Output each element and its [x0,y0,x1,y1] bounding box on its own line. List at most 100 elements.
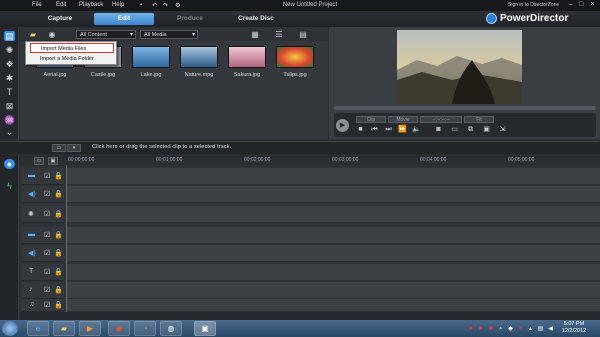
lock-icon[interactable]: 🔒 [54,190,63,198]
redo-icon[interactable]: ↷ [163,2,168,9]
title-room-icon[interactable]: T [4,87,15,97]
3d-mode-icon[interactable]: ▣ [482,126,491,134]
audio-wave-icon[interactable]: ϟ [4,181,15,191]
timeline-scrollbar[interactable] [20,312,600,320]
grid-view-icon[interactable]: ▦ [250,30,260,39]
track-header-voice[interactable]: ♪ ☑ 🔒 [22,282,64,299]
clip-mode-button[interactable]: Clip [356,116,386,123]
track-audio-2[interactable] [66,245,600,262]
media-room-icon[interactable]: ▤ [4,31,15,41]
details-view-icon[interactable]: ▤ [298,30,308,39]
tray-icon[interactable]: ◆ [507,326,514,333]
import-folder-icon[interactable]: ▰ [28,30,38,39]
tray-icon[interactable]: ■ [467,326,474,333]
powerdirector-task-icon[interactable]: ▣ [194,321,216,336]
track-enable-checkbox[interactable]: ☑ [44,210,50,218]
track-enable-checkbox[interactable]: ☑ [44,172,50,180]
timeline-view-icon[interactable]: ▭ [52,144,66,152]
track-enable-checkbox[interactable]: ☑ [44,301,50,309]
save-icon[interactable]: ▪ [140,2,142,8]
tab-create-disc[interactable]: Create Disc [226,13,286,25]
start-button[interactable] [2,321,18,336]
timeline-mode-icon[interactable]: ● [4,159,15,169]
import-media-folder-item[interactable]: Import a Media Folder [30,54,114,64]
dual-view-icon[interactable]: ⧉ [466,126,475,134]
audio-mixing-room-icon[interactable]: ♒ [4,115,15,125]
lock-icon[interactable]: 🔒 [54,249,63,257]
track-effect[interactable] [66,206,600,223]
track-header-audio-2[interactable]: ◀) ☑ 🔒 [22,245,64,262]
effect-room-icon[interactable]: ✺ [4,45,15,55]
track-enable-checkbox[interactable]: ☑ [44,268,50,276]
previous-frame-icon[interactable]: ⏮ [370,126,379,134]
track-video-2[interactable] [66,227,600,244]
volume-icon[interactable]: 🔈 [412,126,421,134]
list-view-icon[interactable]: ☰ [274,30,284,39]
menu-edit[interactable]: Edit [56,2,66,8]
storyboard-view-icon[interactable]: ▾ [67,144,81,152]
app-icon[interactable]: ◍ [160,321,182,336]
lock-icon[interactable]: 🔒 [54,210,63,218]
tab-produce[interactable]: Produce [160,13,220,25]
track-video-1[interactable] [66,168,600,185]
zoom-tool-icon[interactable]: ▭ [34,157,44,165]
menu-help[interactable]: Help [112,2,124,8]
directorzone-link[interactable]: Sign in to DirectorZone [508,2,559,8]
tab-capture[interactable]: Capture [30,13,90,25]
track-title[interactable] [66,264,600,281]
tray-icon[interactable]: ■ [477,326,484,333]
minimize-icon[interactable]: – [566,1,575,9]
movie-mode-button[interactable]: Movie [388,116,418,123]
media-thumb-sakura[interactable] [228,46,266,68]
track-header-audio-1[interactable]: ◀) ☑ 🔒 [22,186,64,203]
preview-quality-icon[interactable]: ▭ [450,126,459,134]
tab-edit[interactable]: Edit [94,13,154,25]
zoom-fit-dropdown[interactable]: Fit [464,116,494,123]
firefox-icon[interactable]: ◔ [134,321,156,336]
play-button[interactable]: ▶ [336,119,349,132]
track-enable-checkbox[interactable]: ☑ [44,231,50,239]
next-frame-icon[interactable]: ⏭ [384,126,393,134]
track-voice[interactable] [66,282,600,299]
fast-forward-icon[interactable]: ⏩ [398,126,407,134]
lock-icon[interactable]: 🔒 [54,231,63,239]
instruction-text[interactable]: Click here or drag the selected clip to … [92,144,231,150]
settings-icon[interactable]: ⚙ [175,2,180,9]
media-player-icon[interactable]: ▶ [79,321,101,336]
content-filter-dropdown[interactable]: All Content [76,30,136,39]
lock-icon[interactable]: 🔒 [54,301,63,309]
download-icon[interactable]: ◉ [47,30,57,39]
track-header-effect[interactable]: ✺ ☑ 🔒 [22,206,64,223]
track-music[interactable] [66,299,600,312]
media-thumb-tulips[interactable] [276,46,314,68]
media-filter-dropdown[interactable]: All Media [140,30,198,39]
chrome-icon[interactable]: ◉ [108,321,130,336]
pip-room-icon[interactable]: ❖ [4,59,15,69]
volume-icon[interactable]: ◀ [547,326,554,333]
timecode-display[interactable]: --;--;--;-- [420,116,462,123]
lock-icon[interactable]: 🔒 [54,268,63,276]
particle-room-icon[interactable]: ✱ [4,73,15,83]
maximize-icon[interactable]: □ [577,1,586,9]
track-header-title[interactable]: T ☑ 🔒 [22,264,64,281]
undo-icon[interactable]: ↶ [152,2,157,9]
menu-file[interactable]: File [32,2,42,8]
menu-playback[interactable]: Playback [79,2,103,8]
undock-icon[interactable]: ⇲ [498,126,507,134]
track-enable-checkbox[interactable]: ☑ [44,249,50,257]
close-icon[interactable]: × [588,1,597,9]
tray-icon[interactable]: ■ [487,326,494,333]
tray-icon[interactable]: ▴ [527,326,534,333]
tray-icon[interactable]: ✕ [517,326,524,333]
track-header-video-1[interactable]: ▬ ☑ 🔒 [22,168,64,185]
explorer-icon[interactable]: ▰ [53,321,75,336]
fit-tool-icon[interactable]: ▣ [48,157,58,165]
taskbar-clock[interactable]: 5:07 PM 12/2/2012 [556,321,592,335]
track-header-music[interactable]: ♫ ☑ 🔒 [22,299,64,312]
transition-room-icon[interactable]: ⊠ [4,101,15,111]
lock-icon[interactable]: 🔒 [54,286,63,294]
lock-icon[interactable]: 🔒 [54,172,63,180]
track-audio-1[interactable] [66,186,600,203]
track-header-video-2[interactable]: ▬ ☑ 🔒 [22,227,64,244]
media-thumb-lake[interactable] [132,46,170,68]
